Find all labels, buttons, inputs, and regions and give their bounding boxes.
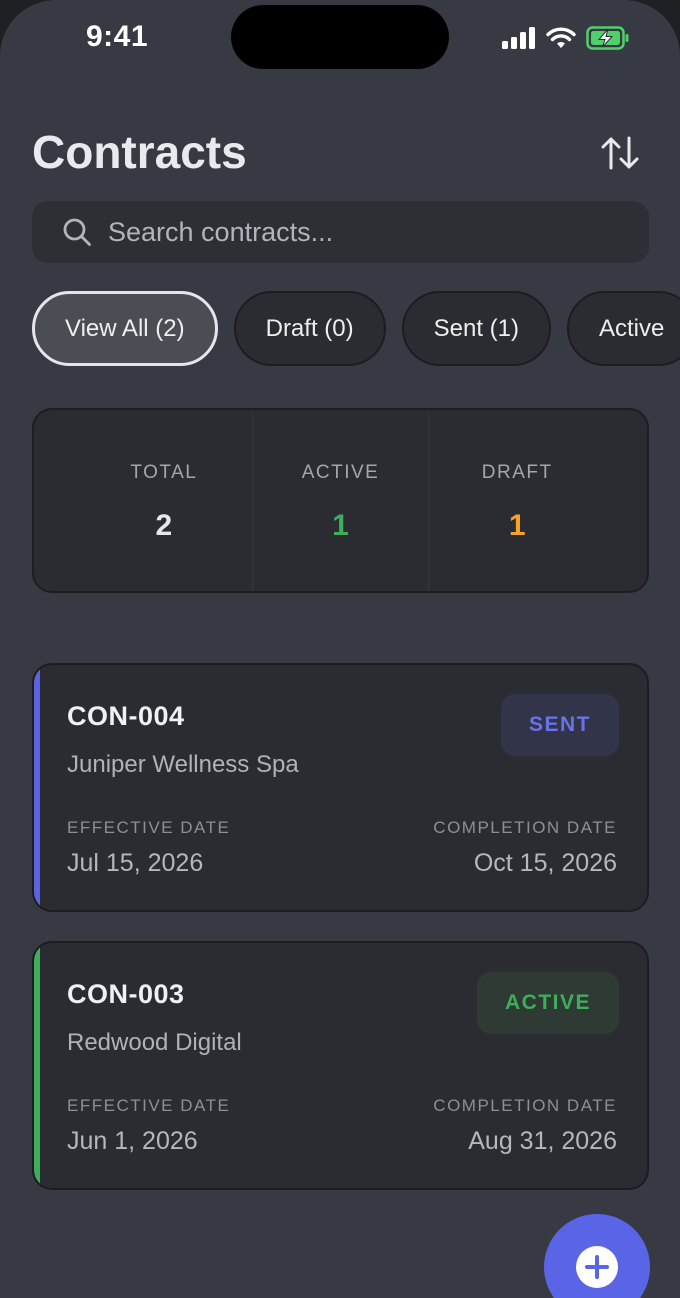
app-screen: 9:41 Contracts Search contracts... View …	[0, 0, 680, 1298]
contract-client: Redwood Digital	[67, 1029, 242, 1056]
completion-date: Aug 31, 2026	[468, 1127, 617, 1155]
dynamic-island	[231, 5, 449, 69]
card-accent-bar	[34, 943, 40, 1188]
status-icons	[502, 24, 630, 52]
stat-active: ACTIVE 1	[251, 410, 429, 591]
contract-id: CON-003	[67, 979, 185, 1009]
effective-date-label: EFFECTIVE DATE	[67, 818, 231, 837]
search-icon	[63, 218, 91, 246]
contract-id: CON-004	[67, 701, 185, 731]
filter-chip-draft[interactable]: Draft (0)	[233, 291, 386, 366]
page-title: Contracts	[32, 126, 247, 178]
filter-chip-sent[interactable]: Sent (1)	[401, 291, 551, 366]
stats-summary: TOTAL 2 ACTIVE 1 DRAFT 1	[32, 408, 649, 593]
stat-draft: DRAFT 1	[428, 410, 605, 591]
status-badge: SENT	[500, 694, 619, 756]
status-badge: ACTIVE	[476, 972, 619, 1034]
effective-date-label: EFFECTIVE DATE	[67, 1096, 231, 1115]
add-contract-button[interactable]	[544, 1214, 650, 1298]
stat-value: 1	[332, 509, 349, 542]
effective-date: Jun 1, 2026	[67, 1127, 198, 1155]
effective-date: Jul 15, 2026	[67, 849, 204, 877]
search-input[interactable]	[108, 216, 588, 248]
filter-chip-active[interactable]: Active	[567, 291, 680, 366]
card-accent-bar	[34, 665, 40, 910]
status-time: 9:41	[86, 20, 149, 53]
completion-date-label: COMPLETION DATE	[433, 818, 617, 837]
stat-label: DRAFT	[481, 462, 553, 483]
stat-total: TOTAL 2	[76, 410, 252, 591]
battery-charging-icon	[586, 26, 629, 50]
cellular-signal-icon	[502, 27, 535, 49]
contract-card[interactable]: CON-003 Redwood Digital ACTIVE EFFECTIVE…	[32, 941, 649, 1190]
completion-date: Oct 15, 2026	[473, 849, 617, 877]
contract-client: Juniper Wellness Spa	[67, 751, 299, 778]
stat-label: ACTIVE	[301, 462, 380, 483]
filter-chips: View All (2) Draft (0) Sent (1) Active	[32, 291, 680, 366]
sort-arrows-icon	[601, 136, 639, 170]
sort-button[interactable]	[600, 133, 640, 173]
filter-chip-view-all[interactable]: View All (2)	[32, 291, 218, 366]
wifi-icon	[546, 27, 576, 48]
plus-circle-icon	[576, 1246, 618, 1288]
completion-date-label: COMPLETION DATE	[433, 1096, 617, 1115]
contract-card[interactable]: CON-004 Juniper Wellness Spa SENT EFFECT…	[32, 663, 649, 912]
stat-value: 1	[508, 509, 526, 542]
stat-value: 2	[155, 509, 173, 542]
stat-label: TOTAL	[130, 462, 198, 483]
search-bar[interactable]	[32, 201, 649, 263]
